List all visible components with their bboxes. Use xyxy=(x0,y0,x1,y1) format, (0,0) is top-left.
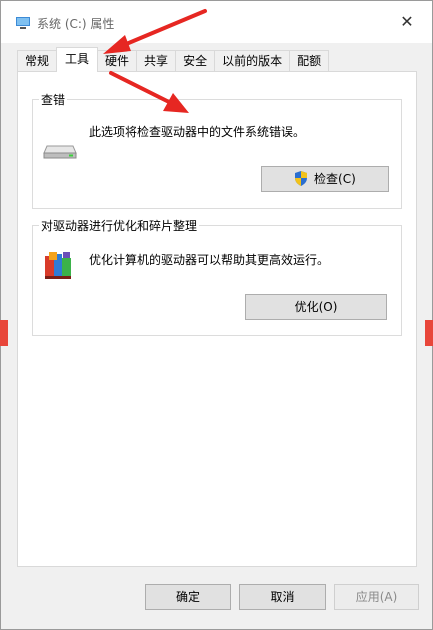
cancel-button[interactable]: 取消 xyxy=(239,584,326,610)
window-title: 系统 (C:) 属性 xyxy=(37,17,115,31)
tab-hardware[interactable]: 硬件 xyxy=(97,50,138,72)
optimize-title: 对驱动器进行优化和碎片整理 xyxy=(39,217,200,234)
drive-properties-icon xyxy=(16,17,30,29)
uac-shield-icon xyxy=(295,171,308,186)
error-checking-title: 查错 xyxy=(39,91,68,108)
hard-drive-icon xyxy=(43,145,77,159)
check-button-label: 检查(C) xyxy=(314,172,356,186)
tab-strip: 常规 工具 硬件 共享 安全 以前的版本 配额 xyxy=(17,47,330,72)
tab-quota[interactable]: 配额 xyxy=(289,50,330,72)
tools-panel: 查错 此选项将检查驱动器中的文件系统错误。 检查(C) 对驱动器进行优化和碎片整… xyxy=(17,71,417,567)
background-red-strip-right xyxy=(425,320,433,346)
optimize-button[interactable]: 优化(O) xyxy=(245,294,387,320)
close-icon: ✕ xyxy=(400,12,414,31)
tab-general[interactable]: 常规 xyxy=(17,50,58,72)
title-bar: 系统 (C:) 属性 ✕ xyxy=(1,1,432,43)
background-red-strip-left xyxy=(0,320,8,346)
error-checking-description: 此选项将检查驱动器中的文件系统错误。 xyxy=(89,125,306,139)
check-button[interactable]: 检查(C) xyxy=(261,166,389,192)
ok-button[interactable]: 确定 xyxy=(145,584,231,610)
error-checking-group: 查错 此选项将检查驱动器中的文件系统错误。 检查(C) xyxy=(32,91,402,209)
optimize-group: 对驱动器进行优化和碎片整理 优化计算机的驱动器可以帮助其更高效运行。 优化(O) xyxy=(32,217,402,336)
tab-sharing[interactable]: 共享 xyxy=(136,50,177,72)
defrag-icon xyxy=(45,252,71,279)
tab-previous-versions[interactable]: 以前的版本 xyxy=(214,50,291,72)
properties-window: 系统 (C:) 属性 ✕ 常规 工具 硬件 共享 安全 以前的版本 配额 查错 … xyxy=(0,0,433,630)
close-button[interactable]: ✕ xyxy=(396,11,418,33)
tab-tools[interactable]: 工具 xyxy=(56,47,99,72)
apply-button: 应用(A) xyxy=(334,584,419,610)
optimize-button-label: 优化(O) xyxy=(294,300,338,314)
optimize-description: 优化计算机的驱动器可以帮助其更高效运行。 xyxy=(89,253,330,267)
tab-security[interactable]: 安全 xyxy=(175,50,216,72)
